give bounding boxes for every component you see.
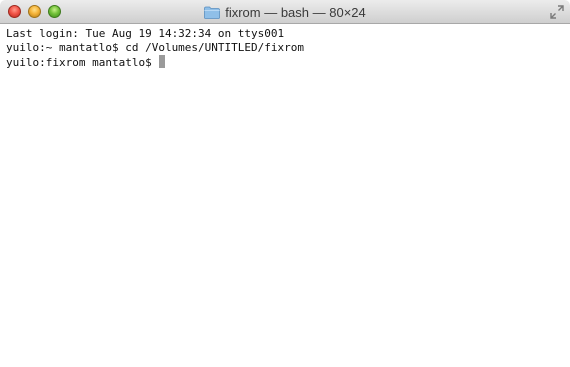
- text-cursor: [159, 55, 166, 68]
- terminal-output[interactable]: Last login: Tue Aug 19 14:32:34 on ttys0…: [0, 24, 570, 367]
- terminal-line-login: Last login: Tue Aug 19 14:32:34 on ttys0…: [6, 27, 285, 40]
- window-title-group: fixrom — bash — 80×24: [0, 0, 570, 24]
- prompt-text: yuilo:fixrom mantatlo$: [6, 56, 159, 69]
- title-bar[interactable]: fixrom — bash — 80×24: [0, 0, 570, 24]
- terminal-line-prompt: yuilo:fixrom mantatlo$: [6, 55, 564, 69]
- zoom-button[interactable]: [48, 5, 61, 18]
- window-title: fixrom — bash — 80×24: [225, 4, 366, 20]
- terminal-window: fixrom — bash — 80×24 Last login: Tue Au…: [0, 0, 570, 367]
- folder-icon: [204, 6, 221, 19]
- fullscreen-icon[interactable]: [550, 5, 564, 19]
- close-button[interactable]: [8, 5, 21, 18]
- minimize-button[interactable]: [28, 5, 41, 18]
- terminal-line-cd-command: yuilo:~ mantatlo$ cd /Volumes/UNTITLED/f…: [6, 41, 305, 54]
